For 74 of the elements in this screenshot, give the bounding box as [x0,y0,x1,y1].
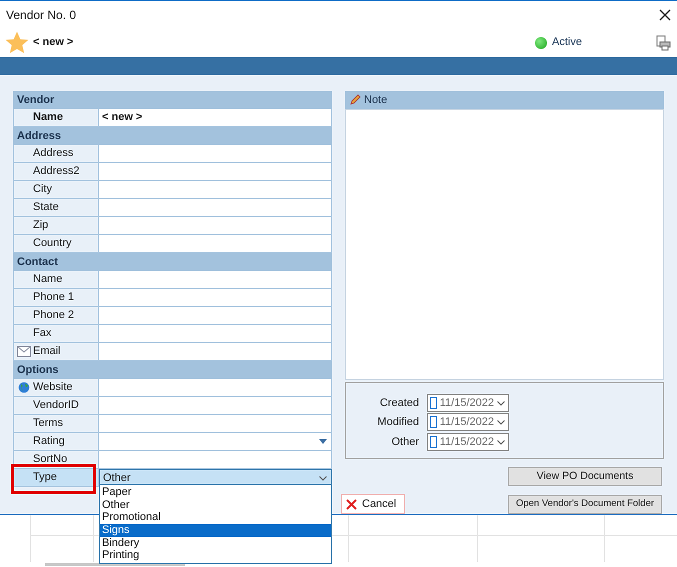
dropdown-option[interactable]: Bindery [100,536,331,550]
window-title: Vendor No. 0 [6,6,76,24]
pencil-icon [350,94,361,106]
checkbox[interactable] [430,436,437,448]
close-icon [346,498,357,510]
input-field[interactable] [99,343,332,360]
close-icon[interactable] [659,8,671,20]
input-field[interactable] [99,397,332,414]
field-label: City [33,182,52,198]
input-field[interactable] [99,325,332,342]
date-picker[interactable]: 11/15/2022 [427,433,509,452]
globe-icon [17,382,31,393]
view-po-documents-button[interactable]: View PO Documents [508,467,662,486]
field-label: Rating [33,434,65,450]
input-field[interactable] [99,199,332,216]
note-text-area[interactable] [345,108,664,380]
field-label: SortNo [33,452,68,468]
dropdown-option[interactable]: Promotional [100,511,331,524]
date-label: Created [378,396,419,411]
field-label: Address2 [33,164,80,180]
section-header: Vendor [13,91,332,109]
input-field[interactable] [99,289,332,306]
input-field[interactable] [99,415,332,432]
field-label: Name [33,272,62,288]
dropdown-option[interactable]: Paper [100,486,331,499]
chevron-icon [497,440,505,445]
input-field[interactable] [99,451,332,468]
printer-icon[interactable] [655,34,671,50]
section-header: Address [13,127,332,145]
dropdown-option[interactable]: Printing [100,549,331,562]
input-field[interactable] [99,271,332,288]
input-field[interactable] [99,145,332,162]
cancel-button[interactable]: Cancel [341,494,405,514]
chevron-icon [497,400,505,406]
dropdown-option[interactable]: Other [100,498,331,512]
dropdown-option[interactable]: Signs [100,524,331,537]
field-label: Phone 1 [33,290,74,306]
rating-dropdown[interactable] [99,433,332,450]
field-label: Country [33,236,72,252]
dropdown-arrow-icon [319,439,327,444]
field-label: Fax [33,326,52,342]
chevron-icon [319,476,327,480]
date-picker[interactable]: 11/15/2022 [427,394,509,412]
status-label: Active [552,35,582,50]
checkbox[interactable] [430,416,437,428]
open-document-folder-button[interactable]: Open Vendor's Document Folder [508,494,662,514]
star-icon [4,30,30,56]
date-label: Modified [376,414,419,430]
input-field[interactable] [99,235,332,252]
field-label: State [33,200,59,216]
field-label: Website [33,380,73,396]
field-label: Address [33,146,74,162]
field-label: Terms [33,416,63,432]
section-header: Contact [13,253,332,271]
chevron-icon [497,420,505,425]
date-label: Other [390,434,419,450]
note-header: Note [345,91,664,109]
date-picker[interactable]: 11/15/2022 [427,413,509,432]
input-field[interactable] [99,307,332,324]
field-label: Email [33,344,61,360]
field-label: VendorID [33,398,79,414]
field-label: Type [33,470,57,486]
input-field[interactable] [99,217,332,234]
record-name: < new > [33,35,74,50]
input-field[interactable] [99,181,332,198]
section-header: Options [13,361,332,379]
input-field[interactable] [99,163,332,180]
input-field[interactable]: < new > [99,109,332,126]
checkbox[interactable] [430,397,437,410]
input-field[interactable] [99,379,332,396]
envelope-icon [17,346,31,357]
field-label: Phone 2 [33,308,74,324]
field-label: Name [33,110,63,126]
field-label: Zip [33,218,48,234]
